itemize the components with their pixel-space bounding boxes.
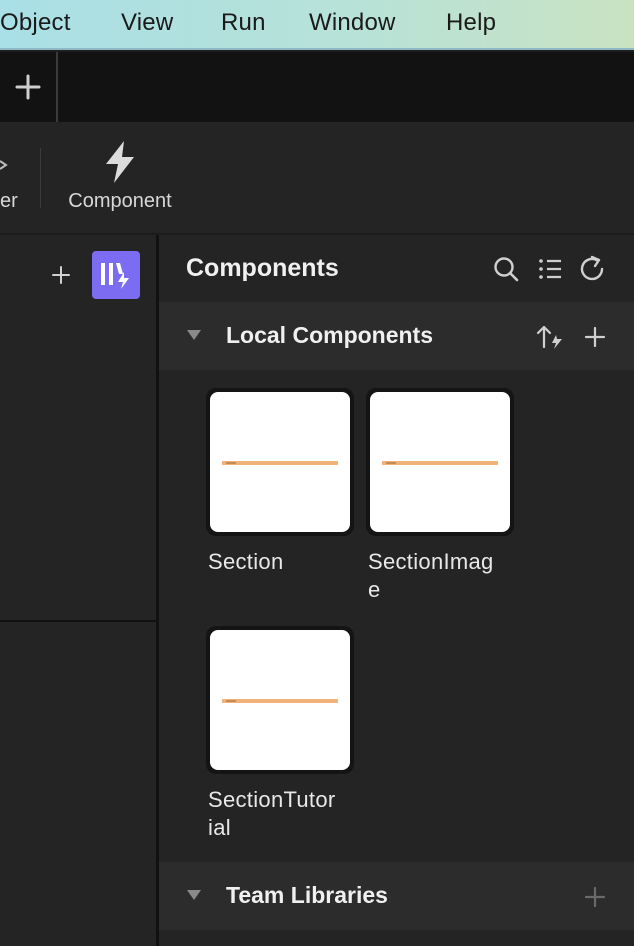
plus-icon xyxy=(15,74,41,100)
search-icon[interactable] xyxy=(491,254,521,284)
component-label: Section xyxy=(208,549,284,574)
component-label: SectionTutor ial xyxy=(208,787,336,840)
component-label: SectionImag e xyxy=(368,549,494,602)
component-thumbnail xyxy=(210,392,350,532)
components-panel-title: Components xyxy=(186,254,339,282)
add-icon[interactable] xyxy=(580,882,610,912)
team-libraries-title: Team Libraries xyxy=(226,882,388,908)
components-plugin-button[interactable] xyxy=(92,251,140,299)
component-tool-label: Component xyxy=(68,190,172,212)
new-tab-button[interactable] xyxy=(0,52,58,122)
menu-run[interactable]: Run xyxy=(221,9,266,37)
component-tool-button[interactable]: Component xyxy=(62,140,178,218)
toolbar-divider xyxy=(40,148,41,208)
library-lightning-icon xyxy=(101,263,129,289)
left-add-button[interactable] xyxy=(48,260,74,290)
menu-help[interactable]: Help xyxy=(446,9,496,37)
component-preview-bar xyxy=(222,699,338,703)
component-thumbnail xyxy=(210,630,350,770)
left-panel-divider xyxy=(0,620,156,622)
tab-strip xyxy=(0,52,634,122)
refresh-icon[interactable] xyxy=(578,254,608,284)
component-card-section[interactable] xyxy=(206,388,354,536)
toolbar-partial-label[interactable]: er xyxy=(0,190,18,213)
component-preview-bar xyxy=(382,461,498,465)
chevron-down-icon[interactable] xyxy=(0,158,8,172)
caret-down-icon[interactable] xyxy=(187,890,201,900)
left-panel xyxy=(0,235,156,946)
list-icon[interactable] xyxy=(535,254,565,284)
local-components-title: Local Components xyxy=(226,322,434,348)
component-preview-bar xyxy=(222,461,338,465)
sort-icon[interactable] xyxy=(536,322,566,352)
menu-object[interactable]: Object xyxy=(0,9,71,37)
caret-down-icon[interactable] xyxy=(187,330,201,340)
menu-window[interactable]: Window xyxy=(309,9,396,37)
menu-view[interactable]: View xyxy=(121,9,173,37)
component-card-sectiontutorial[interactable] xyxy=(206,626,354,774)
menu-bar: Object View Run Window Help xyxy=(0,0,634,50)
lightning-icon xyxy=(106,141,134,183)
add-icon[interactable] xyxy=(580,322,610,352)
component-card-sectionimage[interactable] xyxy=(366,388,514,536)
team-libraries-header[interactable]: Team Libraries xyxy=(159,862,634,930)
component-thumbnail xyxy=(370,392,510,532)
plus-icon xyxy=(52,266,70,284)
